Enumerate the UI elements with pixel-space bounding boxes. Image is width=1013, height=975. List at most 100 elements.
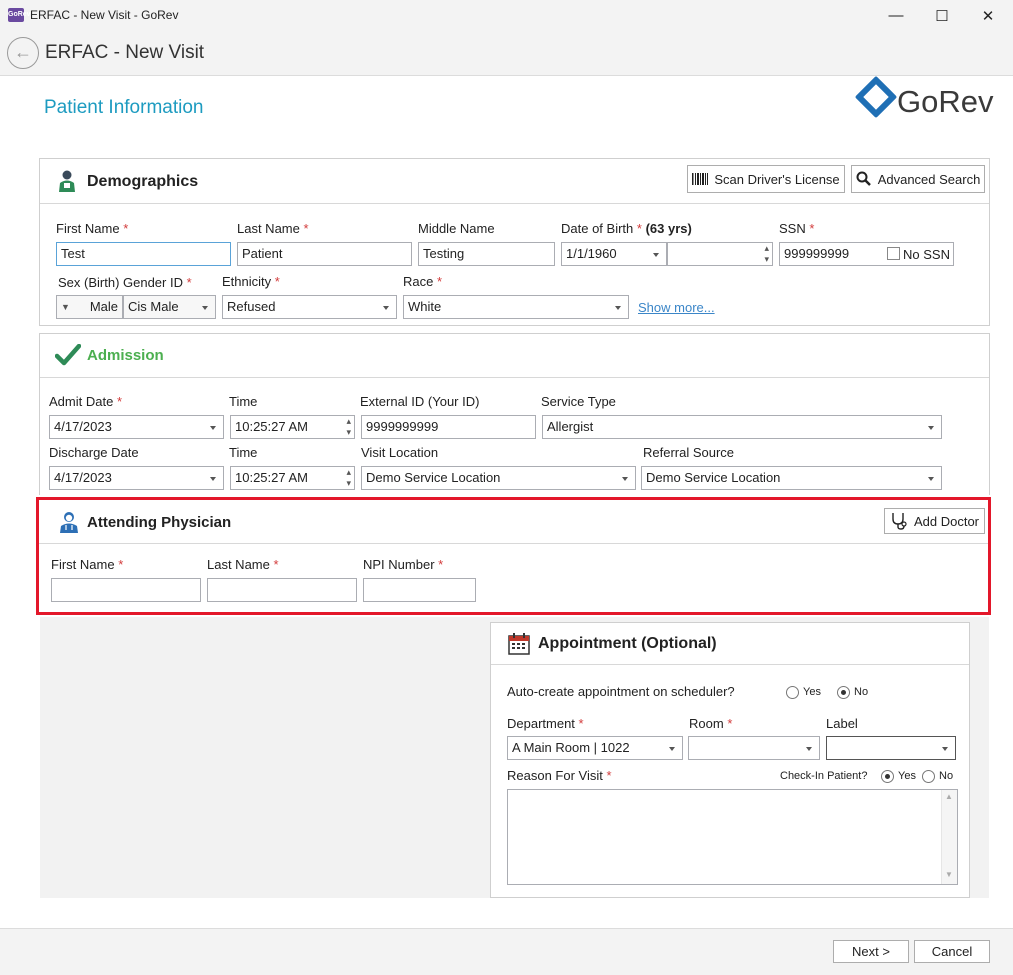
demographics-title: Demographics	[87, 173, 199, 190]
admit-time-label: Time	[229, 394, 258, 409]
page-title: Patient Information	[44, 97, 204, 118]
advanced-search-button[interactable]: Advanced Search	[851, 165, 985, 193]
discharge-date-field[interactable]: 4/17/2023	[49, 466, 224, 490]
room-label: Room *	[689, 716, 733, 731]
appointment-panel: Appointment (Optional) Auto-create appoi…	[490, 622, 970, 898]
appointment-divider	[491, 664, 969, 665]
label-label: Label	[826, 716, 858, 731]
sex-dropdown[interactable]: ▼ Male	[56, 295, 123, 319]
physician-title: Attending Physician	[87, 514, 232, 531]
window-titlebar: GoRev ERFAC - New Visit - GoRev — ☐ ✕	[0, 0, 1013, 31]
scroll-up-icon[interactable]: ▲	[945, 792, 953, 801]
gender-label: Gender ID *	[123, 275, 192, 290]
ethnicity-label: Ethnicity *	[222, 274, 280, 289]
gorev-logo: GoRev	[854, 75, 997, 124]
auto-create-label: Auto-create appointment on scheduler?	[507, 684, 735, 699]
npi-label: NPI Number *	[363, 557, 444, 572]
demographics-divider	[40, 203, 989, 204]
physician-icon	[60, 512, 78, 533]
scan-license-label: Scan Driver's License	[714, 171, 840, 187]
window-title: ERFAC - New Visit - GoRev	[30, 8, 179, 22]
close-button[interactable]: ✕	[965, 0, 1011, 31]
maximize-button[interactable]: ☐	[919, 0, 965, 31]
external-id-field[interactable]: 9999999999	[361, 415, 536, 439]
physician-first-name-field[interactable]	[51, 578, 201, 602]
auto-create-yes-radio[interactable]	[786, 686, 799, 699]
age-value: (63 yrs)	[645, 221, 692, 236]
last-name-field[interactable]: Patient	[237, 242, 412, 266]
sex-value: Male	[89, 299, 118, 314]
next-button[interactable]: Next >	[833, 940, 909, 963]
no-ssn-checkbox[interactable]	[887, 247, 900, 260]
auto-create-no-radio[interactable]	[837, 686, 850, 699]
department-dropdown[interactable]: A Main Room | 1022	[507, 736, 683, 760]
logo-text: GoRev	[897, 84, 994, 119]
department-label: Department *	[507, 716, 584, 731]
first-name-label: First Name *	[56, 221, 129, 236]
referral-source-label: Referral Source	[643, 445, 735, 460]
reason-textarea[interactable]	[507, 789, 958, 885]
patient-icon	[59, 170, 75, 192]
gender-dropdown[interactable]: Cis Male	[123, 295, 216, 319]
middle-name-field[interactable]: Testing	[418, 242, 555, 266]
logo-mark-icon	[854, 75, 898, 119]
advanced-search-label: Advanced Search	[877, 171, 981, 187]
check-in-label: Check-In Patient?	[780, 770, 868, 782]
admission-panel: Admission Admit Date * Time External ID …	[39, 333, 990, 495]
discharge-time-label: Time	[229, 445, 258, 460]
first-name-field[interactable]: Test	[56, 242, 231, 266]
search-icon	[856, 171, 871, 186]
physician-last-name-field[interactable]	[207, 578, 357, 602]
minimize-button[interactable]: —	[873, 0, 919, 31]
auto-create-no-label: No	[854, 686, 869, 698]
footer-bar: Next > Cancel	[0, 928, 1013, 975]
check-in-no-radio[interactable]	[922, 770, 935, 783]
referral-source-dropdown[interactable]: Demo Service Location	[641, 466, 942, 490]
back-arrow-icon[interactable]: ←	[7, 37, 39, 69]
add-doctor-label: Add Doctor	[913, 513, 980, 529]
page-header: ← ERFAC - New Visit	[0, 31, 1013, 76]
header-title: ERFAC - New Visit	[45, 42, 205, 63]
dob-date-field[interactable]: 1/1/1960	[561, 242, 667, 266]
race-label: Race *	[403, 274, 443, 289]
scroll-down-icon[interactable]: ▼	[945, 870, 953, 879]
physician-last-name-label: Last Name *	[207, 557, 279, 572]
reason-scrollbar[interactable]: ▲ ▼	[941, 790, 957, 884]
last-name-label: Last Name *	[237, 221, 309, 236]
barcode-icon	[692, 173, 709, 185]
stethoscope-icon	[892, 513, 907, 530]
check-in-no-label: No	[939, 770, 954, 782]
external-id-label: External ID (Your ID)	[360, 394, 480, 409]
ethnicity-dropdown[interactable]: Refused	[222, 295, 397, 319]
scan-license-button[interactable]: Scan Driver's License	[687, 165, 845, 193]
admit-date-label: Admit Date *	[49, 394, 122, 409]
race-dropdown[interactable]: White	[403, 295, 629, 319]
npi-field[interactable]	[363, 578, 476, 602]
visit-location-dropdown[interactable]: Demo Service Location	[361, 466, 636, 490]
check-in-yes-radio[interactable]	[881, 770, 894, 783]
ssn-label: SSN *	[779, 221, 815, 236]
dob-time-field[interactable]	[667, 242, 773, 266]
reason-label: Reason For Visit *	[507, 768, 612, 783]
add-doctor-button[interactable]: Add Doctor	[884, 508, 985, 534]
show-more-link[interactable]: Show more...	[638, 300, 715, 315]
dob-label: Date of Birth * (63 yrs)	[561, 221, 692, 236]
admission-title: Admission	[87, 347, 164, 364]
service-type-dropdown[interactable]: Allergist	[542, 415, 942, 439]
no-ssn-label: No SSN	[903, 247, 950, 262]
discharge-time-field[interactable]: 10:25:27 AM	[230, 466, 355, 490]
room-dropdown[interactable]	[688, 736, 820, 760]
admission-divider	[40, 377, 989, 378]
cancel-button[interactable]: Cancel	[914, 940, 990, 963]
appointment-title: Appointment (Optional)	[538, 635, 717, 652]
check-in-yes-label: Yes	[898, 770, 916, 782]
calendar-icon	[508, 633, 530, 655]
physician-first-name-label: First Name *	[51, 557, 124, 572]
admit-time-field[interactable]: 10:25:27 AM	[230, 415, 355, 439]
label-dropdown[interactable]	[826, 736, 956, 760]
ssn-value: 999999999	[784, 246, 850, 261]
physician-divider	[39, 543, 988, 544]
admit-date-field[interactable]: 4/17/2023	[49, 415, 224, 439]
attending-physician-panel: Attending Physician Add Doctor First Nam…	[36, 497, 991, 615]
middle-name-label: Middle Name	[418, 221, 495, 236]
